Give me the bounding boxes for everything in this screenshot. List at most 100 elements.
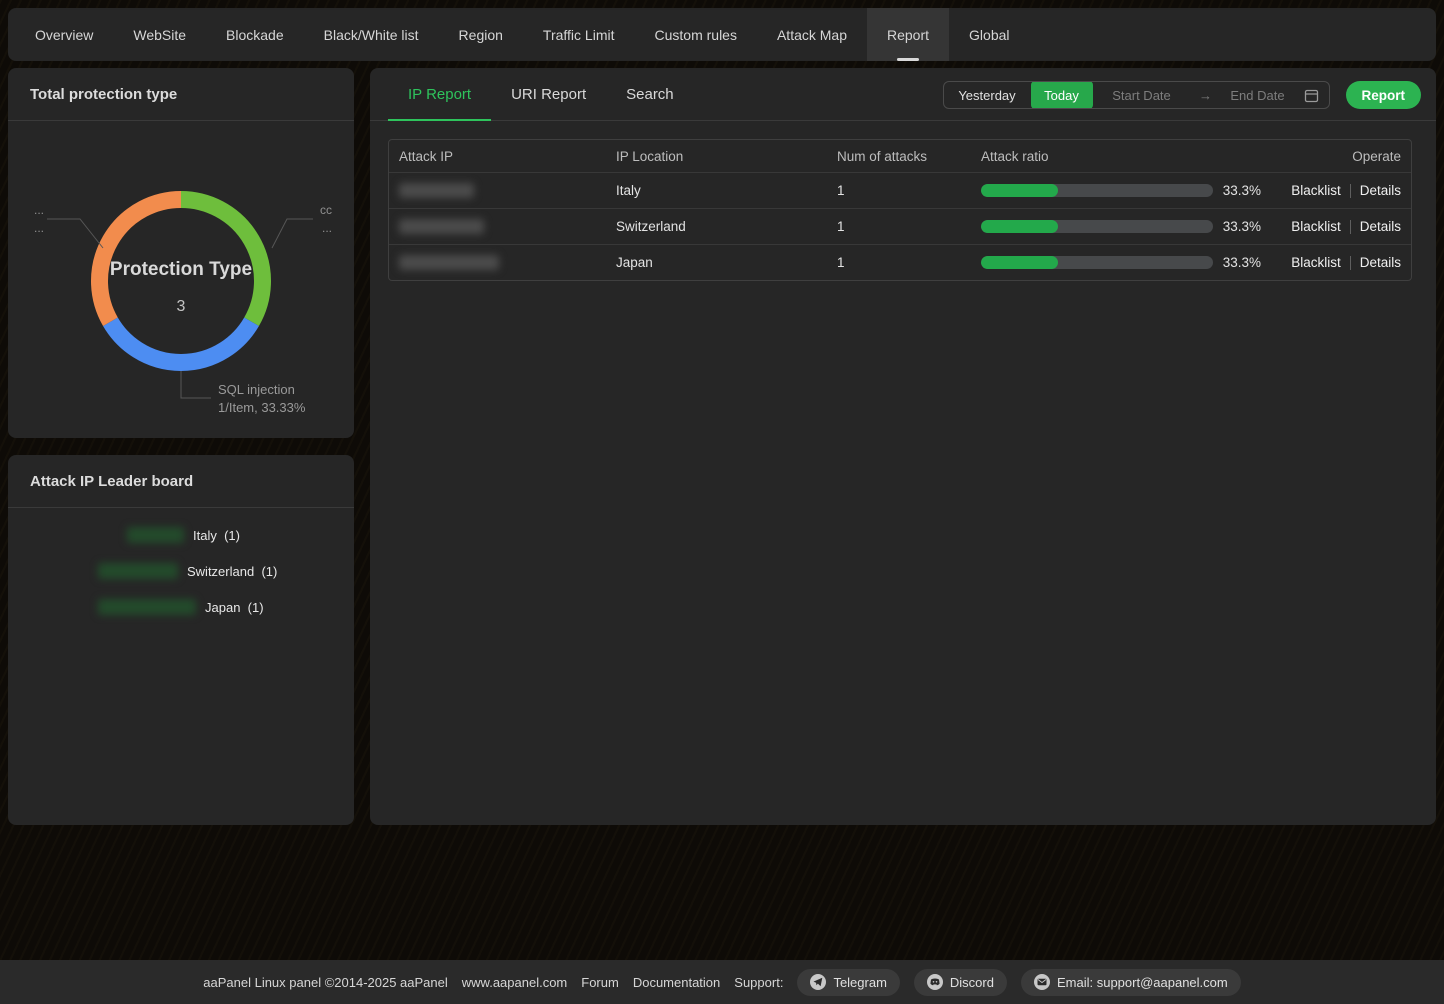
leaderboard-row-japan: Japan (1) <box>98 597 264 617</box>
pie-label-left-line1: ... <box>34 203 44 217</box>
attack-ip-leaderboard-panel: Attack IP Leader board Italy (1) Switzer… <box>8 455 354 825</box>
redacted-ip <box>399 183 474 198</box>
leaderboard-row-italy: Italy (1) <box>127 525 240 545</box>
table-row: Switzerland 1 33.3% Blacklist Details <box>389 208 1411 244</box>
footer-copyright: aaPanel Linux panel ©2014-2025 aaPanel <box>203 975 448 990</box>
nav-item-website[interactable]: WebSite <box>113 8 206 61</box>
start-date-input[interactable]: Start Date <box>1093 81 1191 109</box>
blacklist-link[interactable]: Blacklist <box>1291 183 1341 198</box>
nav-item-overview[interactable]: Overview <box>15 8 113 61</box>
details-link[interactable]: Details <box>1360 255 1401 270</box>
footer-forum-link[interactable]: Forum <box>581 975 619 990</box>
count-label: (1) <box>248 600 264 615</box>
operate-cell: Blacklist Details <box>1261 219 1411 234</box>
blacklist-link[interactable]: Blacklist <box>1291 255 1341 270</box>
header-num-attacks: Num of attacks <box>827 149 971 164</box>
attack-ratio-cell: 33.3% <box>971 219 1261 234</box>
active-tab-underline <box>897 58 919 61</box>
attack-ip-cell <box>389 183 606 198</box>
ratio-track <box>981 184 1213 197</box>
attack-ratio-cell: 33.3% <box>971 183 1261 198</box>
nav-item-region[interactable]: Region <box>439 8 523 61</box>
footer-website-link[interactable]: www.aapanel.com <box>462 975 568 990</box>
report-header: IP Report URI Report Search Yesterday To… <box>370 68 1436 121</box>
leaderboard-label: Switzerland (1) <box>187 564 277 579</box>
leaderboard-label: Italy (1) <box>193 528 240 543</box>
leaderboard-label: Japan (1) <box>205 600 264 615</box>
footer: aaPanel Linux panel ©2014-2025 aaPanel w… <box>0 960 1444 1004</box>
nav-item-global[interactable]: Global <box>949 8 1029 61</box>
tab-uri-report[interactable]: URI Report <box>491 68 606 120</box>
footer-documentation-link[interactable]: Documentation <box>633 975 720 990</box>
count-label: (1) <box>261 564 277 579</box>
tab-search[interactable]: Search <box>606 68 694 120</box>
donut-center-title: Protection Type <box>110 259 252 280</box>
discord-button[interactable]: Discord <box>914 969 1007 996</box>
date-controls: Yesterday Today Start Date → End Date Re… <box>943 81 1422 109</box>
num-attacks-cell: 1 <box>827 219 971 234</box>
attack-ip-cell <box>389 219 606 234</box>
calendar-icon[interactable] <box>1295 88 1329 103</box>
pie-connector-bottom <box>181 371 211 398</box>
header-attack-ip: Attack IP <box>389 149 606 164</box>
ip-location-cell: Japan <box>606 255 827 270</box>
redacted-ip-bar <box>98 599 196 615</box>
table-row: Japan 1 33.3% Blacklist Details <box>389 244 1411 280</box>
num-attacks-cell: 1 <box>827 183 971 198</box>
link-divider <box>1350 256 1351 270</box>
nav-item-traffic-limit[interactable]: Traffic Limit <box>523 8 635 61</box>
redacted-ip <box>399 255 499 270</box>
telegram-icon <box>810 974 826 990</box>
pie-connector-right <box>272 219 313 248</box>
arrow-right-icon: → <box>1191 88 1221 103</box>
operate-cell: Blacklist Details <box>1261 183 1411 198</box>
donut-slice-sql-injection <box>110 322 251 363</box>
count-label: (1) <box>224 528 240 543</box>
ratio-track <box>981 220 1213 233</box>
donut-center-value: 3 <box>177 298 186 315</box>
ratio-fill <box>981 220 1058 233</box>
nav-item-custom-rules[interactable]: Custom rules <box>635 8 757 61</box>
ratio-label: 33.3% <box>1223 183 1261 198</box>
table-row: Italy 1 33.3% Blacklist Details <box>389 172 1411 208</box>
report-main-panel: IP Report URI Report Search Yesterday To… <box>370 68 1436 825</box>
ip-location-cell: Switzerland <box>606 219 827 234</box>
leaderboard-chart: Italy (1) Switzerland (1) Japan (1) <box>8 508 354 824</box>
telegram-label: Telegram <box>833 975 886 990</box>
yesterday-button[interactable]: Yesterday <box>944 81 1031 109</box>
pie-label-sql-line1: SQL injection <box>218 382 295 397</box>
ratio-label: 33.3% <box>1223 255 1261 270</box>
telegram-button[interactable]: Telegram <box>797 969 899 996</box>
blacklist-link[interactable]: Blacklist <box>1291 219 1341 234</box>
attack-ratio-cell: 33.3% <box>971 255 1261 270</box>
redacted-ip-bar <box>98 563 178 579</box>
link-divider <box>1350 184 1351 198</box>
pie-label-sql-line2: 1/Item, 33.33% <box>218 400 306 415</box>
tab-ip-report[interactable]: IP Report <box>388 68 491 120</box>
panel-title: Attack IP Leader board <box>8 455 354 508</box>
header-ip-location: IP Location <box>606 149 827 164</box>
num-attacks-cell: 1 <box>827 255 971 270</box>
panel-title: Total protection type <box>8 68 354 121</box>
footer-support-label: Support: <box>734 975 783 990</box>
report-button[interactable]: Report <box>1346 81 1422 109</box>
discord-label: Discord <box>950 975 994 990</box>
top-nav: Overview WebSite Blockade Black/White li… <box>8 8 1436 61</box>
attack-ip-table: Attack IP IP Location Num of attacks Att… <box>388 139 1412 281</box>
nav-item-blockade[interactable]: Blockade <box>206 8 304 61</box>
nav-item-report[interactable]: Report <box>867 8 949 61</box>
redacted-ip-bar <box>127 527 184 543</box>
country-label: Switzerland <box>187 564 254 579</box>
nav-item-attack-map[interactable]: Attack Map <box>757 8 867 61</box>
today-button[interactable]: Today <box>1031 81 1093 109</box>
total-protection-type-panel: Total protection type ... ... cc ... SQL… <box>8 68 354 438</box>
nav-item-black-white-list[interactable]: Black/White list <box>304 8 439 61</box>
aapanel-waf-report-page: { "nav": { "items": ["Overview", "WebSit… <box>0 0 1444 1004</box>
details-link[interactable]: Details <box>1360 183 1401 198</box>
email-label: Email: support@aapanel.com <box>1057 975 1228 990</box>
email-button[interactable]: Email: support@aapanel.com <box>1021 969 1241 996</box>
donut-arcs <box>99 200 262 363</box>
country-label: Japan <box>205 600 240 615</box>
details-link[interactable]: Details <box>1360 219 1401 234</box>
end-date-input[interactable]: End Date <box>1221 81 1295 109</box>
